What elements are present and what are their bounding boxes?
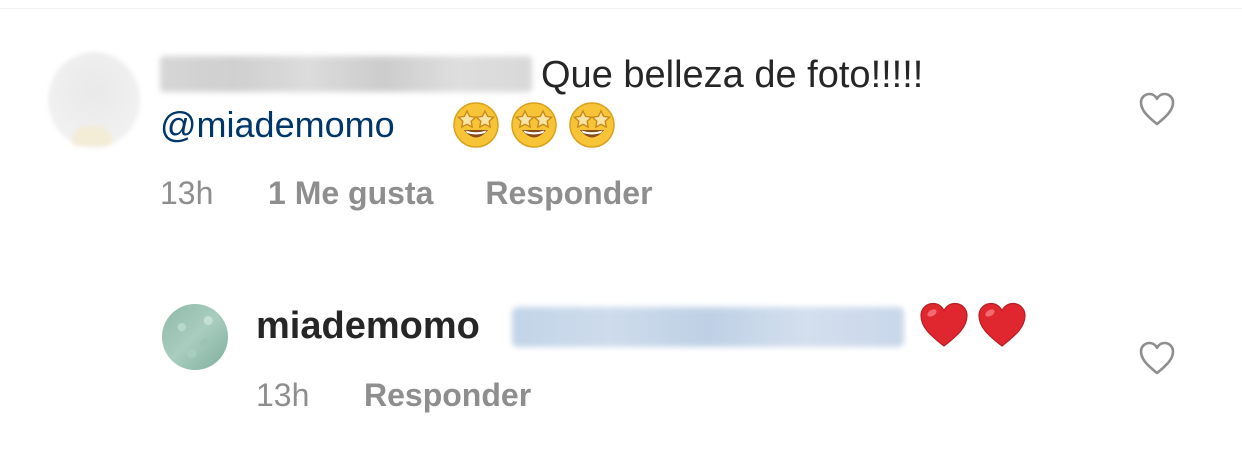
- avatar-detail: [72, 126, 112, 146]
- likes-count-button[interactable]: 1 Me gusta: [268, 175, 433, 212]
- comment-meta: 13h 1 Me gusta Responder: [160, 171, 653, 215]
- red-heart-emoji: [978, 302, 1026, 347]
- avatar[interactable]: [162, 304, 228, 370]
- comment-text: Que belleza de foto!!!!!: [541, 54, 924, 96]
- avatar[interactable]: [48, 52, 140, 148]
- username-link[interactable]: miademomo: [256, 303, 480, 349]
- reply-button[interactable]: Responder: [364, 377, 531, 414]
- heart-outline-icon[interactable]: [1138, 340, 1176, 376]
- timestamp: 13h: [160, 174, 214, 211]
- reply-button[interactable]: Responder: [485, 175, 652, 212]
- timestamp: 13h: [256, 376, 310, 413]
- comments-screen: Que belleza de foto!!!!! @miademomo 13h …: [0, 0, 1242, 475]
- heart-outline-icon[interactable]: [1138, 91, 1176, 127]
- star-struck-emoji: [569, 102, 615, 148]
- blurred-mention[interactable]: [512, 307, 904, 347]
- mention-link[interactable]: @miademomo: [160, 103, 395, 147]
- emoji-group: [918, 300, 1028, 350]
- blurred-username[interactable]: [160, 56, 532, 92]
- comment-meta: 13h Responder: [256, 373, 531, 417]
- star-struck-emoji: [511, 102, 557, 148]
- star-struck-emoji: [453, 102, 499, 148]
- divider: [0, 8, 1242, 9]
- emoji-group: [451, 99, 617, 149]
- red-heart-emoji: [920, 302, 968, 347]
